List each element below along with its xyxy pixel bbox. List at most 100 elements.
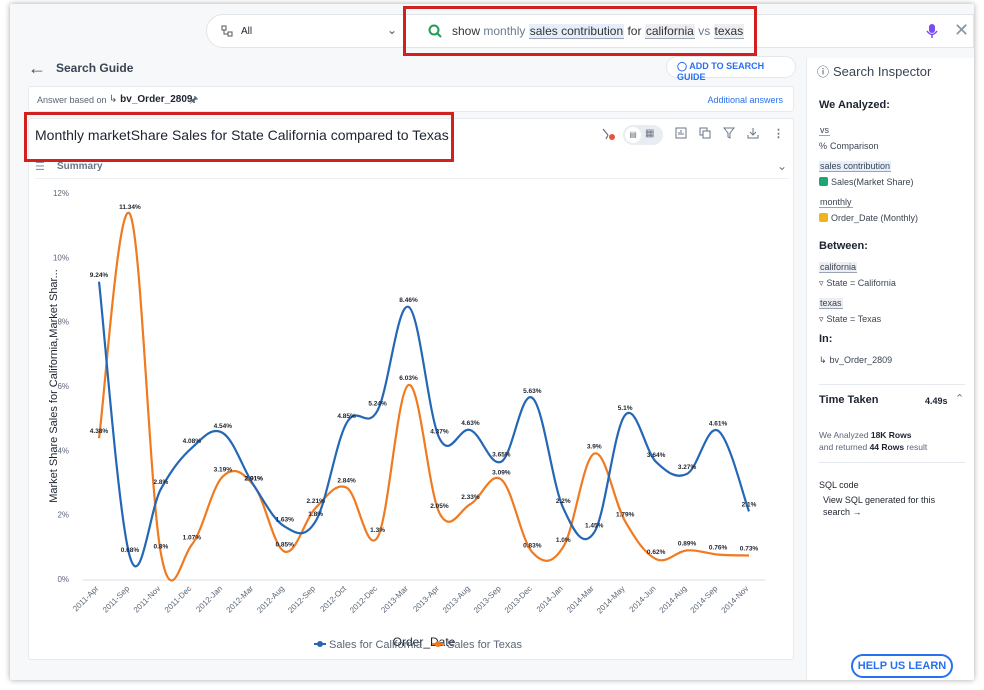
- x-tick-label: 2013-Apr: [411, 584, 441, 614]
- date-icon: [819, 213, 828, 222]
- data-label-texas: 2.84%: [337, 478, 356, 485]
- search-inspector-title: ⓘ Search Inspector: [817, 63, 931, 80]
- clear-search-icon[interactable]: ✕: [954, 20, 969, 41]
- data-source-select[interactable]: All ⌄: [206, 14, 406, 48]
- x-tick-label: 2014-Sep: [689, 584, 720, 615]
- returned-rows-line: and returned 44 Rows result: [819, 442, 928, 452]
- add-to-search-guide-button[interactable]: ◯ ADD TO SEARCH GUIDE: [666, 56, 796, 82]
- copy-icon[interactable]: [699, 127, 711, 142]
- percent-icon: %: [819, 141, 828, 151]
- data-label-texas: 0.8%: [153, 543, 168, 550]
- data-label-texas: 0.73%: [740, 546, 759, 553]
- inspector-token-sales[interactable]: sales contribution: [819, 161, 892, 172]
- x-tick-label: 2014-Mar: [565, 584, 596, 615]
- data-label-texas: 2.33%: [461, 494, 480, 501]
- measure-icon: [819, 177, 828, 186]
- app-window: All ⌄ show monthly sales contribution fo…: [10, 4, 974, 680]
- analyzed-rows-line: We Analyzed 18K Rows: [819, 430, 912, 440]
- data-label-texas: 2.21%: [306, 498, 325, 505]
- data-label-texas: 1.07%: [183, 535, 202, 542]
- search-guide-row: ← Search Guide ◯ ADD TO SEARCH GUIDE: [26, 56, 796, 84]
- x-tick-label: 2013-Dec: [503, 584, 534, 615]
- inspector-token-california[interactable]: california: [819, 262, 858, 273]
- chart-view-icon[interactable]: ▤: [625, 127, 641, 143]
- inspector-vs-desc: % Comparison: [819, 141, 879, 151]
- chevron-up-icon[interactable]: ⌃: [955, 392, 964, 405]
- table-view-icon[interactable]: ▦: [645, 128, 654, 139]
- microphone-icon[interactable]: [926, 23, 938, 43]
- x-tick-label: 2013-Mar: [379, 584, 410, 615]
- answer-table-label: bv_Order_2809: [120, 94, 193, 105]
- table-icon: ↳: [819, 355, 827, 365]
- back-arrow-icon[interactable]: ←: [28, 58, 46, 79]
- data-label-texas: 4.38%: [90, 428, 109, 435]
- summary-label: Summary: [57, 161, 103, 172]
- x-tick-label: 2011-Nov: [132, 584, 162, 614]
- answer-table-name[interactable]: ↳ bv_Order_2809: [109, 94, 192, 105]
- data-label-california: 4.63%: [461, 420, 480, 427]
- inspector-token-texas[interactable]: texas: [819, 298, 843, 309]
- divider: [819, 462, 965, 463]
- divider: [819, 384, 965, 385]
- add-to-search-guide-label: ADD TO SEARCH GUIDE: [677, 61, 765, 82]
- sql-code-heading: SQL code: [819, 480, 859, 490]
- download-icon[interactable]: [747, 127, 759, 142]
- y-tick-label: 2%: [57, 511, 69, 520]
- x-tick-label: 2011-Apr: [71, 584, 100, 613]
- data-label-texas: 3.19%: [214, 466, 233, 473]
- inspector-token-vs[interactable]: vs: [819, 125, 830, 136]
- search-guide-label[interactable]: Search Guide: [56, 61, 133, 75]
- help-us-learn-button[interactable]: HELP US LEARN: [851, 654, 953, 678]
- x-tick-label: 2012-Aug: [255, 584, 286, 615]
- filter-icon[interactable]: [722, 127, 736, 142]
- series-line-texas: [97, 211, 750, 582]
- x-tick-label: 2012-Mar: [225, 584, 256, 615]
- x-tick-label: 2014-Aug: [658, 584, 689, 615]
- data-label-texas: 3.09%: [492, 470, 511, 477]
- line-chart: 0%2%4%6%8%10%12%2011-Apr 2011-Sep 2011-Nov…: [48, 189, 765, 651]
- inspector-monthly-desc: Order_Date (Monthly): [819, 213, 918, 223]
- y-tick-label: 10%: [53, 253, 69, 262]
- data-label-california: 4.54%: [214, 423, 233, 430]
- table-icon: ↳: [109, 94, 118, 105]
- x-tick-label: 2012-Sep: [286, 584, 317, 615]
- between-heading: Between:: [819, 240, 868, 252]
- filter-icon: ▿: [819, 314, 824, 324]
- chart-table-toggle[interactable]: ▤ ▦: [623, 125, 663, 145]
- series-line-california: [97, 281, 751, 568]
- view-sql-link[interactable]: View SQL generated for this search →: [819, 494, 959, 518]
- data-label-california: 3.65%: [492, 452, 511, 459]
- pin-icon[interactable]: 🖈: [189, 93, 198, 110]
- inspector-token-monthly[interactable]: monthly: [819, 197, 853, 208]
- additional-answers-link[interactable]: Additional answers: [707, 95, 783, 105]
- data-source-label: All: [241, 25, 253, 37]
- data-label-texas: 1.3%: [370, 527, 385, 534]
- inspector-california-desc: ▿ State = California: [819, 278, 896, 288]
- x-tick-label: 2012-Jan: [194, 584, 224, 614]
- data-label-california: 1.63%: [275, 517, 294, 524]
- answer-card: Monthly marketShare Sales for State Cali…: [28, 118, 794, 660]
- data-label-texas: 1.0%: [556, 537, 571, 544]
- summary-section[interactable]: ☰ Summary ⌄: [35, 159, 789, 179]
- chevron-down-icon[interactable]: ⌄: [777, 159, 787, 173]
- data-label-texas: 0.85%: [275, 542, 294, 549]
- chart-config-icon[interactable]: [675, 127, 687, 142]
- data-label-california: 3.27%: [678, 464, 697, 471]
- data-label-texas: 0.83%: [523, 542, 542, 549]
- in-heading: In:: [819, 333, 833, 345]
- data-label-california: 4.08%: [183, 438, 202, 445]
- legend-item: Sales for Texas: [447, 639, 523, 651]
- search-inspector-panel: ⓘ Search Inspector We Analyzed: vs % Compa…: [806, 58, 974, 680]
- more-options-icon[interactable]: ⋮: [773, 127, 784, 140]
- data-label-california: 5.1%: [618, 405, 633, 412]
- data-label-california: 5.63%: [523, 388, 542, 395]
- inspector-in-table: ↳ bv_Order_2809: [819, 355, 893, 365]
- insights-icon[interactable]: [601, 127, 617, 144]
- data-label-california: 4.61%: [709, 421, 728, 428]
- chevron-down-icon[interactable]: ⌄: [387, 23, 397, 37]
- data-label-texas: 6.03%: [399, 375, 418, 382]
- y-axis-title: Market Share Sales for California,Market…: [48, 269, 60, 503]
- data-label-california: 1.45%: [585, 522, 604, 529]
- data-label-california: 4.37%: [430, 428, 449, 435]
- filter-icon: ▿: [819, 278, 824, 288]
